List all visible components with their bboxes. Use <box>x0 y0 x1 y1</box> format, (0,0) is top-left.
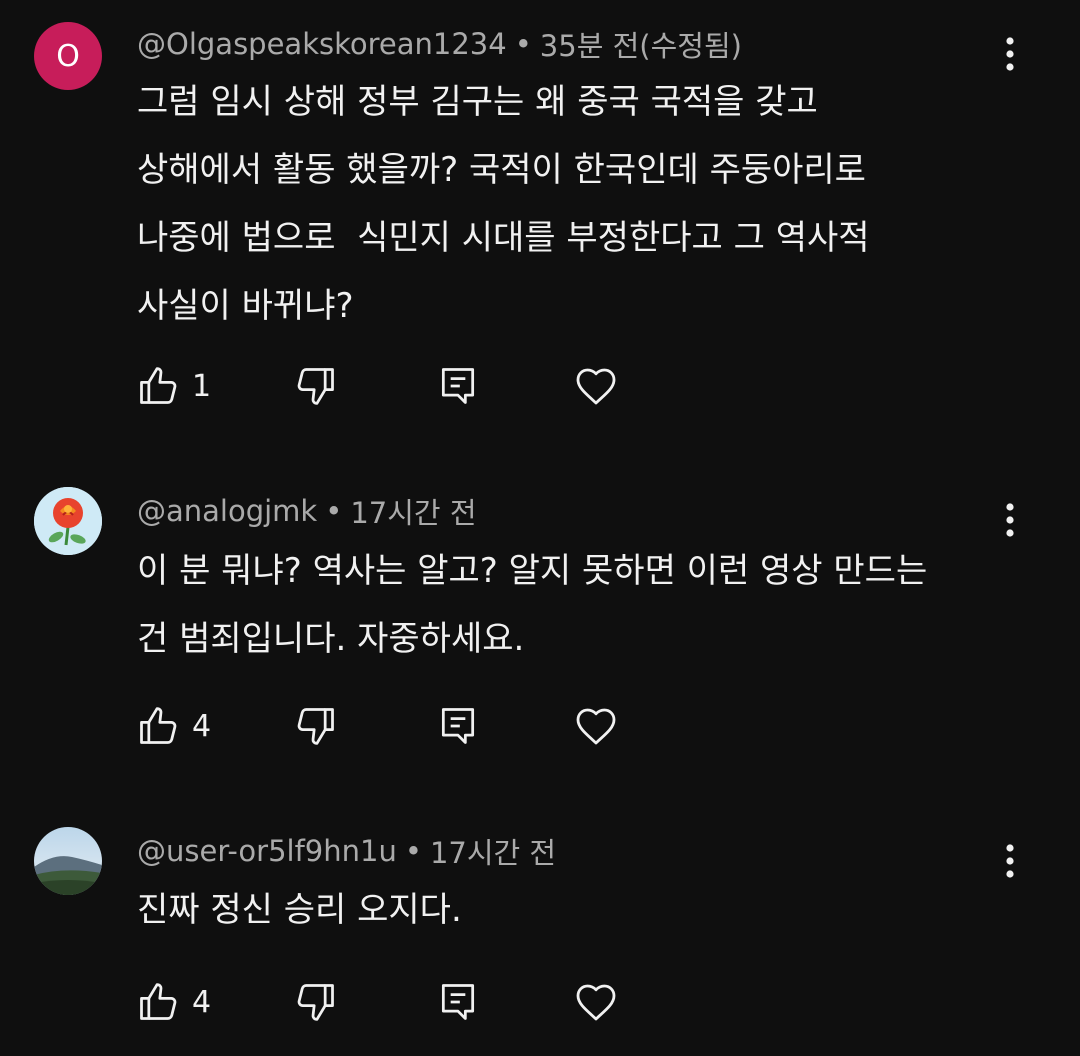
avatar[interactable]: O <box>34 22 102 90</box>
thumbs-down-icon <box>297 984 334 1021</box>
landscape-avatar-image <box>34 827 102 895</box>
author-name[interactable]: @Olgaspeakskorean1234 <box>137 27 507 61</box>
reply-comment-icon <box>441 368 475 404</box>
comment-line: 나중에 법으로 식민지 시대를 부정한다고 그 역사적 <box>137 218 870 258</box>
reply-button[interactable] <box>436 356 480 416</box>
like-count: 4 <box>192 984 212 1020</box>
more-vertical-icon <box>1006 503 1014 537</box>
comment-text: 이 분 뭐냐? 역사는 알고? 알지 못하면 이런 영상 만드는 건 범죄입니다… <box>137 537 997 673</box>
heart-button[interactable] <box>572 972 620 1032</box>
more-vertical-icon <box>1006 844 1014 878</box>
like-button[interactable]: 4 <box>136 972 211 1032</box>
author-name[interactable]: @user-or5lf9hn1u <box>137 834 397 868</box>
dislike-button[interactable] <box>294 356 338 416</box>
comment-meta: @analogjmk • 17시간 전 <box>137 489 477 533</box>
heart-icon <box>576 708 616 745</box>
meta-separator: • <box>325 494 343 528</box>
thumbs-up-icon <box>140 367 177 404</box>
avatar[interactable] <box>34 827 102 895</box>
heart-button[interactable] <box>572 356 620 416</box>
comment-meta: @user-or5lf9hn1u • 17시간 전 <box>137 829 556 873</box>
like-button[interactable]: 4 <box>136 696 211 756</box>
comment-line: 그럼 임시 상해 정부 김구는 왜 중국 국적을 갖고 <box>137 82 818 122</box>
timestamp: 17시간 전 <box>350 496 477 530</box>
comment-line: 이 분 뭐냐? 역사는 알고? 알지 못하면 이런 영상 만드는 <box>137 551 928 591</box>
thumbs-up-icon <box>140 707 177 744</box>
meta-separator: • <box>404 834 422 868</box>
reply-comment-icon <box>441 984 475 1020</box>
comment-line: 상해에서 활동 했을까? 국적이 한국인데 주둥아리로 <box>137 150 866 190</box>
comment-actions: 4 <box>130 972 650 1032</box>
avatar-letter: O <box>56 38 80 74</box>
heart-icon <box>576 368 616 405</box>
comment-line: 진짜 정신 승리 오지다. <box>137 890 462 930</box>
comment-text: 그럼 임시 상해 정부 김구는 왜 중국 국적을 갖고 상해에서 활동 했을까?… <box>137 68 997 340</box>
thumbs-down-icon <box>297 708 334 745</box>
like-count: 4 <box>192 708 212 744</box>
comment-actions: 4 <box>130 696 650 756</box>
more-vertical-icon <box>1006 37 1014 71</box>
comment-text: 진짜 정신 승리 오지다. <box>137 876 997 944</box>
like-button[interactable]: 1 <box>136 356 211 416</box>
comment-line: 건 범죄입니다. 자중하세요. <box>137 619 525 659</box>
reply-comment-icon <box>441 708 475 744</box>
dislike-button[interactable] <box>294 972 338 1032</box>
meta-separator: • <box>514 27 532 61</box>
rose-avatar-image <box>34 487 102 555</box>
comment-meta: @Olgaspeakskorean1234 • 35분 전(수정됨) <box>137 22 742 66</box>
avatar[interactable] <box>34 487 102 555</box>
timestamp: 17시간 전 <box>429 836 557 870</box>
author-name[interactable]: @analogjmk <box>137 494 317 528</box>
reply-button[interactable] <box>436 696 480 756</box>
reply-button[interactable] <box>436 972 480 1032</box>
comment-line: 사실이 바뀌냐? <box>137 286 354 326</box>
heart-icon <box>576 984 616 1021</box>
timestamp: 35분 전(수정됨) <box>539 29 742 63</box>
thumbs-down-icon <box>297 368 334 405</box>
dislike-button[interactable] <box>294 696 338 756</box>
thumbs-up-icon <box>140 983 177 1020</box>
comment-actions: 1 <box>130 356 650 416</box>
heart-button[interactable] <box>572 696 620 756</box>
like-count: 1 <box>192 368 212 404</box>
